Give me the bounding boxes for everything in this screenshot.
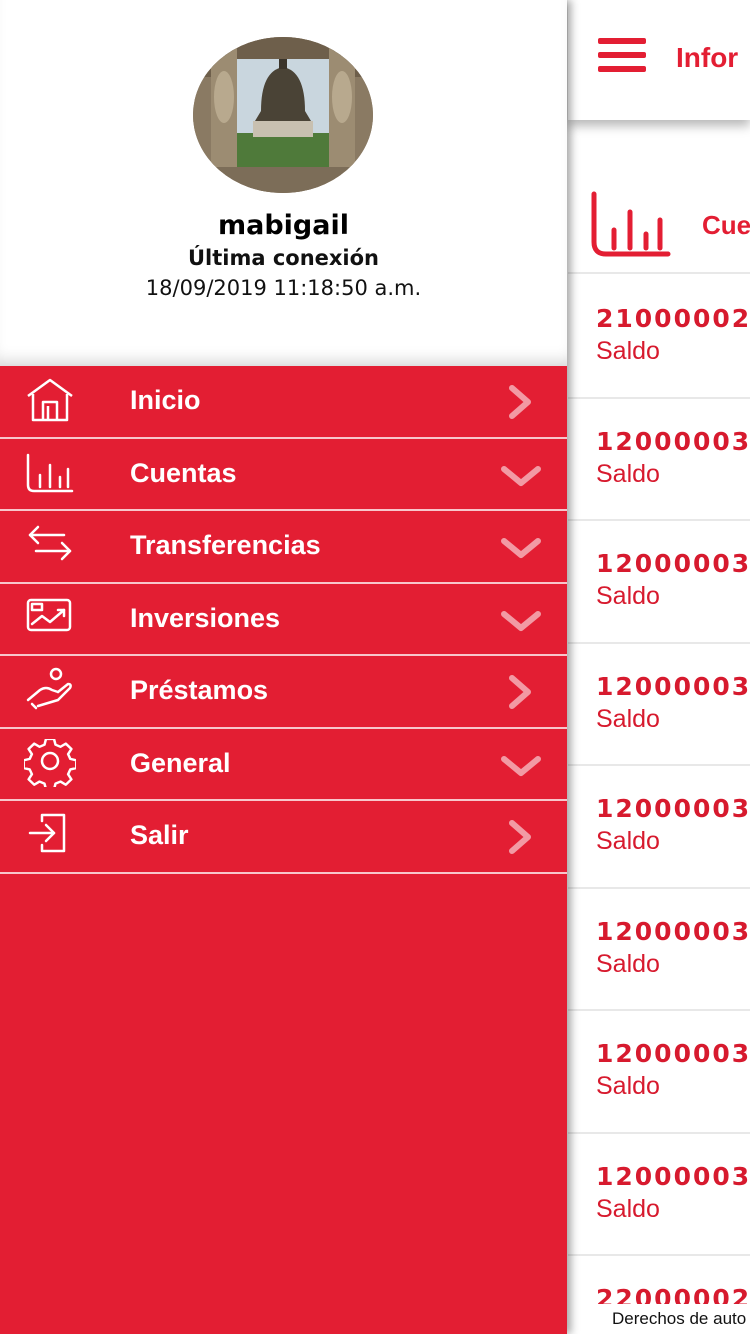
app-screen: Infor Cue 21000002 Saldo 12000003 Saldo …	[0, 0, 750, 1334]
account-row[interactable]: 12000003 Saldo	[568, 399, 750, 521]
top-bar: Infor	[568, 0, 750, 120]
drawer-menu: Inicio Cuentas Transferencias Inversione…	[0, 366, 567, 874]
account-list: 21000002 Saldo 12000003 Saldo 12000003 S…	[568, 276, 750, 1334]
account-row[interactable]: 12000003 Saldo	[568, 521, 750, 644]
account-row[interactable]: 12000003 Saldo	[568, 889, 750, 1011]
accounts-section-header: Cue	[568, 180, 750, 274]
chevron-right-icon	[509, 385, 531, 419]
menu-label: Préstamos	[130, 675, 269, 705]
loan-hand-icon	[26, 667, 72, 710]
chevron-down-icon	[501, 610, 541, 631]
account-balance-label: Saldo	[596, 1194, 660, 1223]
avatar-bell-photo	[193, 37, 373, 193]
menu-item-inicio[interactable]: Inicio	[0, 366, 567, 439]
menu-item-transferencias[interactable]: Transferencias	[0, 511, 567, 584]
chevron-down-icon	[501, 465, 541, 486]
last-login-value: 18/09/2019 11:18:50 a.m.	[145, 276, 422, 300]
account-number: 12000003	[596, 1039, 750, 1068]
last-login-label: Última conexión	[187, 246, 380, 270]
menu-label: Cuentas	[130, 457, 237, 488]
account-balance-label: Saldo	[596, 704, 660, 733]
section-title: Cue	[702, 210, 750, 240]
account-number: 21000002	[596, 304, 750, 333]
account-row[interactable]: 12000003 Saldo	[568, 1134, 750, 1256]
account-balance-label: Saldo	[596, 949, 660, 978]
chevron-down-icon	[501, 755, 541, 776]
account-number: 12000003	[596, 426, 750, 456]
chevron-down-icon	[501, 538, 541, 558]
navigation-drawer: mabigail Última conexión 18/09/2019 11:1…	[0, 0, 567, 1334]
gear-icon	[24, 738, 76, 787]
page-title: Infor	[676, 42, 739, 73]
bar-chart-icon	[26, 453, 74, 492]
account-number: 12000003	[596, 549, 750, 578]
home-icon	[27, 378, 73, 422]
account-number: 12000003	[596, 794, 750, 823]
menu-item-inversiones[interactable]: Inversiones	[0, 584, 567, 656]
account-balance-label: Saldo	[596, 337, 660, 365]
menu-item-general[interactable]: General	[0, 729, 567, 801]
menu-label: General	[130, 747, 231, 778]
account-number: 12000003	[596, 671, 750, 701]
copyright-footer: Derechos de auto	[568, 1304, 750, 1334]
account-row[interactable]: 12000003 Saldo	[568, 644, 750, 766]
account-row[interactable]: 12000003 Saldo	[568, 766, 750, 889]
account-balance-label: Saldo	[596, 827, 660, 855]
account-balance-label: Saldo	[596, 1072, 660, 1100]
chevron-right-icon	[509, 675, 531, 709]
menu-item-prestamos[interactable]: Préstamos	[0, 656, 567, 729]
account-number: 12000003	[596, 1161, 750, 1191]
avatar	[193, 37, 373, 193]
account-row[interactable]: 12000003 Saldo	[568, 1011, 750, 1134]
menu-item-cuentas[interactable]: Cuentas	[0, 439, 567, 511]
transfer-arrows-icon	[28, 525, 72, 561]
bar-chart-icon	[591, 191, 671, 257]
account-balance-label: Saldo	[596, 582, 660, 610]
menu-label: Transferencias	[130, 530, 321, 560]
chevron-right-icon	[509, 820, 531, 854]
menu-label: Inicio	[130, 385, 201, 415]
username: mabigail	[218, 210, 349, 241]
logout-icon	[28, 813, 66, 853]
menu-label: Salir	[130, 820, 189, 850]
profile-header: mabigail Última conexión 18/09/2019 11:1…	[0, 0, 567, 366]
account-number: 12000003	[596, 916, 750, 946]
account-row[interactable]: 21000002 Saldo	[568, 276, 750, 399]
hamburger-icon[interactable]	[598, 38, 646, 74]
menu-item-salir[interactable]: Salir	[0, 801, 567, 874]
investment-icon	[26, 598, 72, 631]
menu-label: Inversiones	[130, 602, 281, 633]
account-balance-label: Saldo	[596, 459, 660, 488]
